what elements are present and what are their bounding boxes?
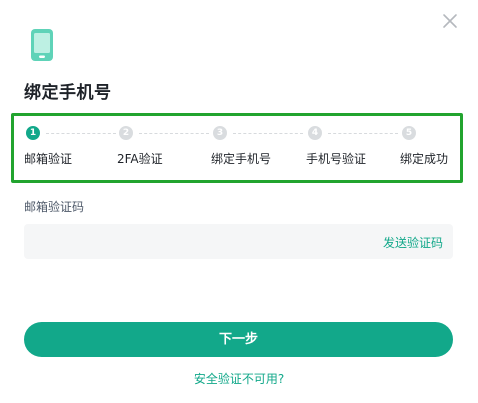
step-connector bbox=[328, 133, 398, 134]
step-2-number: 2 bbox=[119, 126, 133, 140]
close-button[interactable] bbox=[441, 12, 459, 30]
bind-phone-dialog: 绑定手机号 1 邮箱验证 2 2FA验证 3 绑定手机号 4 手机号验证 5 绑… bbox=[0, 0, 478, 403]
step-connector bbox=[233, 133, 303, 134]
step-2-label: 2FA验证 bbox=[117, 152, 163, 166]
email-code-label: 邮箱验证码 bbox=[24, 200, 85, 214]
step-progress: 1 邮箱验证 2 2FA验证 3 绑定手机号 4 手机号验证 5 绑定成功 bbox=[11, 113, 463, 183]
step-5-label: 绑定成功 bbox=[400, 152, 449, 166]
close-icon bbox=[443, 14, 457, 28]
mobile-phone-icon bbox=[30, 28, 54, 62]
step-3-label: 绑定手机号 bbox=[211, 152, 272, 166]
next-step-button[interactable]: 下一步 bbox=[24, 322, 453, 357]
step-3-number: 3 bbox=[213, 126, 227, 140]
security-unavailable-link[interactable]: 安全验证不可用? bbox=[0, 370, 478, 387]
step-5-number: 5 bbox=[402, 126, 416, 140]
email-code-field-wrapper: 发送验证码 bbox=[24, 224, 453, 259]
send-code-button[interactable]: 发送验证码 bbox=[383, 234, 443, 251]
email-code-input[interactable] bbox=[24, 224, 344, 259]
step-connector bbox=[46, 133, 116, 134]
dialog-title: 绑定手机号 bbox=[24, 83, 112, 103]
step-4-label: 手机号验证 bbox=[306, 152, 367, 166]
step-4-number: 4 bbox=[308, 126, 322, 140]
step-connector bbox=[139, 133, 209, 134]
step-1-label: 邮箱验证 bbox=[24, 152, 73, 166]
step-1-number: 1 bbox=[26, 126, 40, 140]
